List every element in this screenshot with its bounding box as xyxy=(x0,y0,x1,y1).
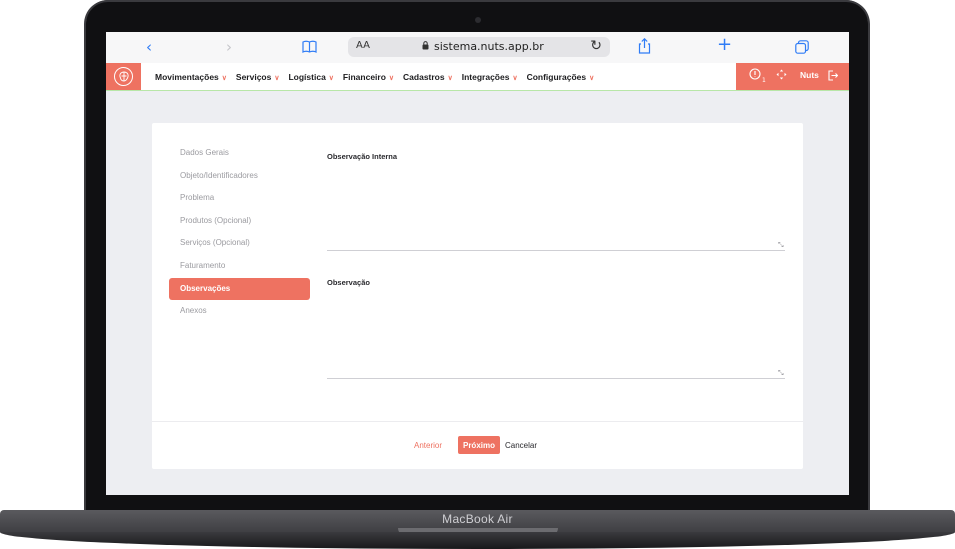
book-icon[interactable] xyxy=(302,38,317,58)
menu-cadastros[interactable]: Cadastros ∨ xyxy=(403,72,453,82)
previous-button[interactable]: Anterior xyxy=(414,441,442,450)
wizard-steps: Dados Gerais Objeto/Identificadores Prob… xyxy=(169,142,310,323)
camera xyxy=(475,17,481,23)
step-objeto-identificadores[interactable]: Objeto/Identificadores xyxy=(169,165,310,188)
resize-handle-icon[interactable]: ⤡ xyxy=(778,241,784,250)
tabs-icon[interactable] xyxy=(795,39,809,59)
chevron-down-icon: ∨ xyxy=(512,74,518,82)
screen: ‹ › AA sistema.nuts.app.br ↻ + Movimenta… xyxy=(106,32,849,495)
step-observacoes[interactable]: Observações xyxy=(169,277,310,301)
lock-icon xyxy=(422,41,429,53)
url-text: sistema.nuts.app.br xyxy=(434,40,544,53)
plus-icon[interactable]: + xyxy=(717,35,732,55)
notification-icon[interactable] xyxy=(749,68,761,83)
card-divider xyxy=(152,421,803,422)
chevron-down-icon: ∨ xyxy=(221,74,227,82)
device-brand-label: MacBook Air xyxy=(442,512,513,526)
logout-icon[interactable] xyxy=(828,70,839,84)
chevron-down-icon: ∨ xyxy=(589,74,595,82)
internal-note-textarea[interactable] xyxy=(327,165,785,251)
step-problema[interactable]: Problema xyxy=(169,187,310,210)
notification-count: 1 xyxy=(762,77,766,84)
chevron-down-icon: ∨ xyxy=(388,74,395,82)
reload-icon[interactable]: ↻ xyxy=(590,38,602,54)
chevron-down-icon: ∨ xyxy=(328,74,334,82)
note-label: Observação xyxy=(327,278,370,287)
reader-aa-button[interactable]: AA xyxy=(356,40,370,51)
share-icon[interactable] xyxy=(638,37,651,59)
base-bottom xyxy=(0,532,955,549)
user-name[interactable]: Nuts xyxy=(800,70,819,80)
browser-toolbar: ‹ › AA sistema.nuts.app.br ↻ + xyxy=(106,32,849,64)
menu-servicos[interactable]: Serviços ∨ xyxy=(236,72,280,82)
step-faturamento[interactable]: Faturamento xyxy=(169,255,310,278)
chevron-down-icon: ∨ xyxy=(274,74,280,82)
note-textarea[interactable] xyxy=(327,292,785,379)
nav-user-area: 1 Nuts xyxy=(736,63,849,90)
resize-handle-icon[interactable]: ⤡ xyxy=(778,369,784,378)
chevron-down-icon: ∨ xyxy=(447,74,453,82)
url-bar[interactable]: AA sistema.nuts.app.br ↻ xyxy=(348,37,610,57)
step-produtos[interactable]: Produtos (Opcional) xyxy=(169,210,310,233)
brain-logo-icon xyxy=(114,67,133,86)
menu-integracoes[interactable]: Integrações ∨ xyxy=(462,72,518,82)
menu-financeiro[interactable]: Financeiro ∨ xyxy=(343,72,394,82)
menu-movimentacoes[interactable]: Movimentações ∨ xyxy=(155,72,227,82)
next-button[interactable]: Próximo xyxy=(458,436,500,454)
step-dados-gerais[interactable]: Dados Gerais xyxy=(169,142,310,165)
cancel-button[interactable]: Cancelar xyxy=(505,441,537,450)
move-arrows-icon[interactable] xyxy=(776,69,787,83)
laptop-base: MacBook Air xyxy=(0,510,955,549)
step-anexos[interactable]: Anexos xyxy=(169,300,310,323)
app-logo[interactable] xyxy=(106,63,141,90)
chevron-left-icon[interactable]: ‹ xyxy=(146,37,152,57)
step-servicos[interactable]: Serviços (Opcional) xyxy=(169,232,310,255)
menu-configuracoes[interactable]: Configurações ∨ xyxy=(527,72,595,82)
app-navbar: Movimentações ∨ Serviços ∨ Logística ∨ Fina… xyxy=(106,63,849,91)
internal-note-label: Observação Interna xyxy=(327,152,398,161)
menu-logistica[interactable]: Logística ∨ xyxy=(288,72,333,82)
chevron-right-icon[interactable]: › xyxy=(226,37,232,57)
form-card: Dados Gerais Objeto/Identificadores Prob… xyxy=(152,123,803,469)
main-menu: Movimentações ∨ Serviços ∨ Logística ∨ Fina… xyxy=(155,63,594,90)
